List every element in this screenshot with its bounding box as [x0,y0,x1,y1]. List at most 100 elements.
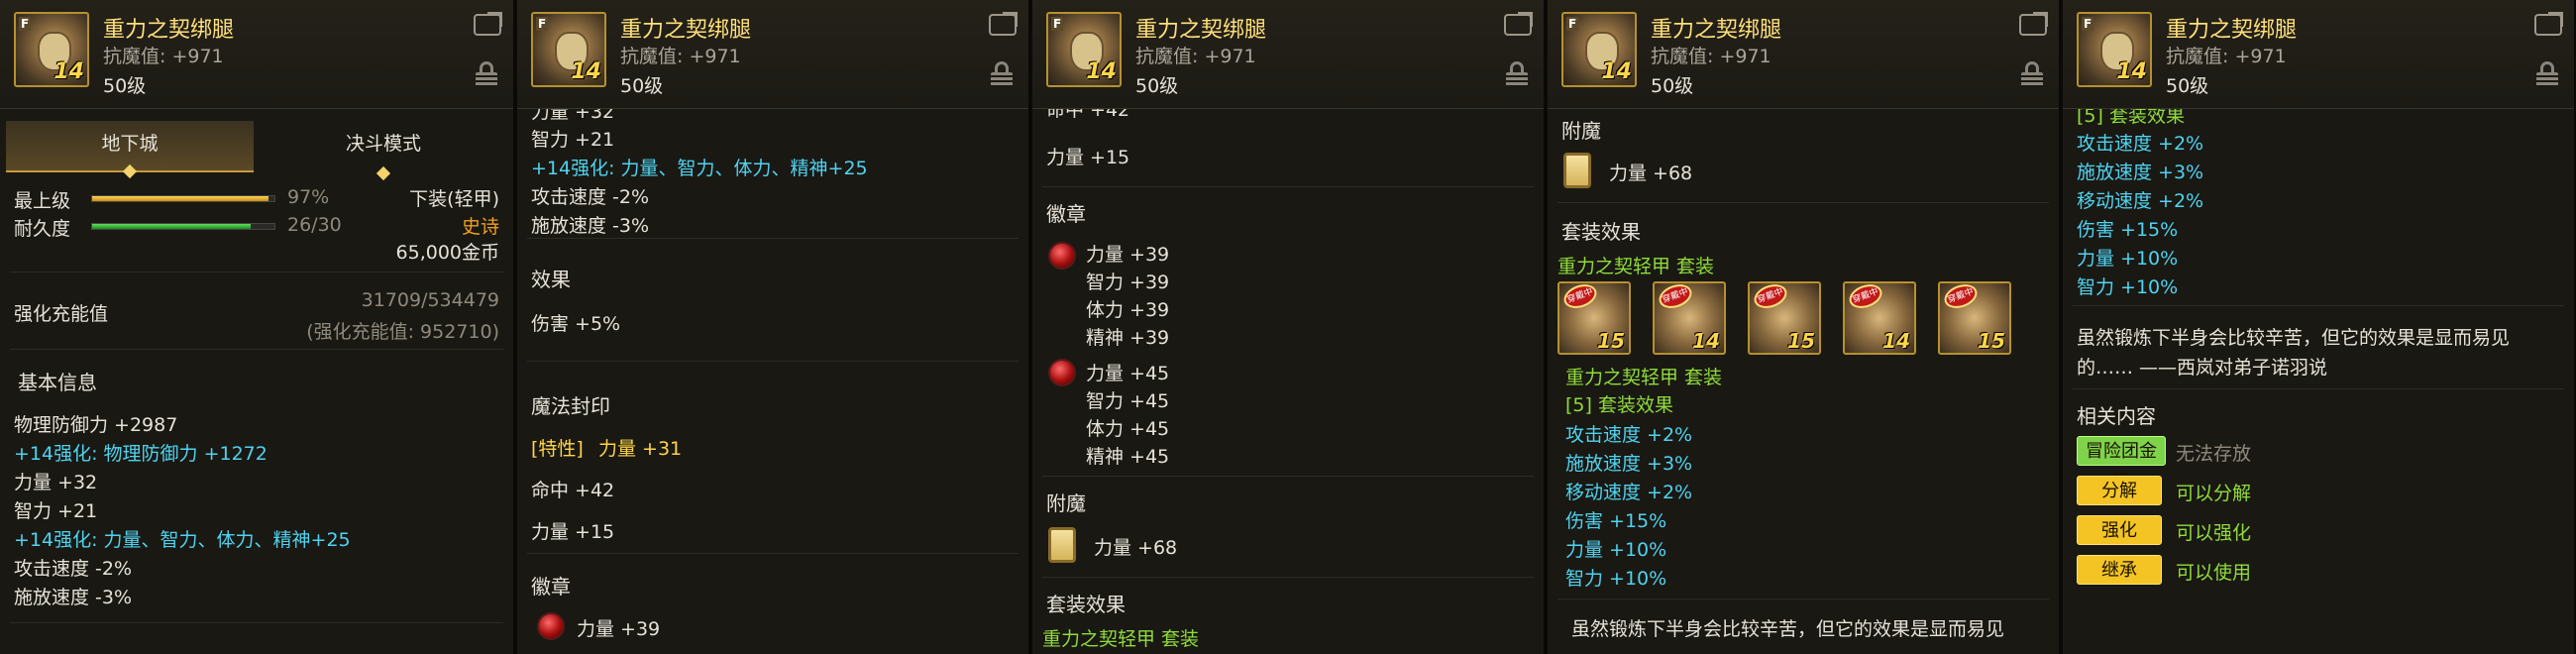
emblem-stat: 力量 +45 [1086,363,1170,384]
item-level: 50级 [620,75,664,97]
related-text: 可以强化 [2176,522,2252,544]
emblem-stat: 精神 +39 [1086,327,1170,349]
stat-line: 智力 +21 [531,129,615,151]
item-icon: F 14 [14,12,89,87]
lock-icon[interactable] [476,61,497,87]
stat-line: 攻击速度 -2% [14,558,133,580]
related-pill[interactable]: 分解 [2077,476,2162,505]
grade-badge: F [1566,17,1579,31]
item-level: 50级 [103,75,147,97]
enchant-line: 力量 +68 [1609,163,1693,184]
item-name: 重力之契绑腿 [1651,18,1782,43]
effect-heading: 效果 [531,268,571,291]
bonus-line: 攻击速度 +2% [2077,133,2204,155]
emblem-stat: 精神 +45 [1086,446,1170,468]
divider [2073,305,2564,306]
enhance-level: 14 [1601,59,1632,84]
max-level-label: 最上级 [14,190,71,212]
share-icon[interactable] [989,12,1018,36]
flavor-text-2: 的…… ——西岚对弟子诺羽说 [2077,357,2328,379]
tab-dungeon[interactable]: 地下城 [6,121,254,179]
divider [10,622,503,623]
durability-value: 26/30 [287,214,342,236]
bonus-line: 力量 +10% [1565,539,1667,561]
divider [1042,577,1534,578]
lock-icon[interactable] [991,61,1013,87]
grade-badge: F [19,17,32,31]
set-heading: 套装效果 [1561,220,1641,244]
red-emblem-icon [1048,242,1076,270]
item-stat: 抗魔值: +971 [103,46,224,67]
flavor-text-1: 虽然锻炼下半身会比较辛苦，但它的效果是显而易见 [2077,327,2511,349]
set-piece-icon[interactable]: 穿戴中 15 [1938,281,2011,355]
enchant-line: 力量 +68 [1094,537,1178,559]
grade-badge: F [536,17,549,31]
emblem-heading: 徽章 [1046,202,1086,226]
stat-line: +14强化: 力量、智力、体力、精神+25 [531,158,868,179]
share-icon[interactable] [1504,12,1533,36]
item-stat: 抗魔值: +971 [1135,46,1256,67]
item-stat: 抗魔值: +971 [2166,46,2287,67]
stat-line: 力量 +15 [1046,147,1130,168]
seal-line: 命中 +42 [531,480,615,501]
enhance-level: 14 [2116,59,2147,84]
item-header: F 14 重力之契绑腿 抗魔值: +971 50级 [2063,0,2574,109]
bonus-line: 移动速度 +2% [1565,482,1693,503]
bonus-line: 移动速度 +2% [2077,190,2204,212]
stat-line: 施放速度 -3% [14,587,133,608]
lock-icon[interactable] [1506,61,1528,87]
item-name: 重力之契绑腿 [620,18,752,43]
red-emblem-icon [537,612,565,640]
trait-prefix: [特性] [531,438,584,460]
tab-pvp[interactable]: 决斗模式 [260,121,507,181]
set-piece-icon[interactable]: 穿戴中 15 [1557,281,1631,355]
share-icon[interactable] [2019,12,2048,36]
tooltip-panel-2: F 14 重力之契绑腿 抗魔值: +971 50级 力量 +32 智力 +21 +… [517,0,1030,654]
set-piece-icon[interactable]: 穿戴中 14 [1843,281,1916,355]
enchant-card-icon [1563,153,1591,188]
related-pill[interactable]: 冒险团金库 [2077,436,2166,491]
bonus-line: 攻击速度 +2% [1565,424,1693,446]
bonus-line: 施放速度 +3% [1565,453,1693,475]
lock-icon[interactable] [2536,61,2558,87]
charge-value: 31709/534479 [361,289,499,311]
set-bonus-label: [5] 套装效果 [1565,394,1673,416]
emblem-stat: 智力 +45 [1086,390,1170,412]
share-icon[interactable] [2534,12,2563,36]
lock-icon[interactable] [2021,61,2043,87]
set-piece-icon[interactable]: 穿戴中 15 [1748,281,1821,355]
related-pill[interactable]: 继承 [2077,555,2162,585]
tooltip-panel-5: F 14 重力之契绑腿 抗魔值: +971 50级 [5] 套装效果 攻击速度 … [2063,0,2576,654]
tooltip-strip: F 14 重力之契绑腿 抗魔值: +971 50级 地下城 决斗模式 最上级 9… [0,0,2576,654]
basic-info-heading: 基本信息 [18,371,97,394]
charge-label: 强化充能值 [14,303,109,325]
set-name-secondary: 重力之契轻甲 套装 [1565,367,1723,388]
set-name: 重力之契轻甲 套装 [1042,628,1200,650]
enchant-heading: 附魔 [1046,491,1086,515]
tab-indicator-icon [376,165,391,181]
emblem-line: 力量 +39 [577,618,661,640]
max-level-bar [91,195,275,202]
related-text: 无法存放 [2176,443,2252,465]
tooltip-panel-3: F 14 重力之契绑腿 抗魔值: +971 50级 命中 +42 力量 +15 … [1032,0,1546,654]
set-piece-icon[interactable]: 穿戴中 14 [1653,281,1726,355]
equipped-tag: 穿戴中 [1941,283,1981,313]
item-icon: F 14 [1561,12,1637,87]
enhance-level: 14 [1882,329,1910,353]
stat-line: +14强化: 力量、智力、体力、精神+25 [14,529,351,551]
divider [1557,202,2049,203]
item-level: 50级 [1651,75,1694,97]
durability-label: 耐久度 [14,218,71,240]
stat-line: 力量 +32 [14,472,98,493]
related-pill[interactable]: 强化 [2077,515,2162,545]
max-level-percent: 97% [287,186,330,208]
item-name: 重力之契绑腿 [1135,18,1267,43]
tab-indicator-icon [122,164,138,179]
divider [527,553,1019,554]
grade-badge: F [1051,17,1064,31]
stat-line: 攻击速度 -2% [531,186,650,208]
share-icon[interactable] [474,12,502,36]
equipped-tag: 穿戴中 [1751,283,1790,313]
stat-line: 物理防御力 +2987 [14,414,178,436]
slot-type: 下装(轻甲) [409,188,499,210]
